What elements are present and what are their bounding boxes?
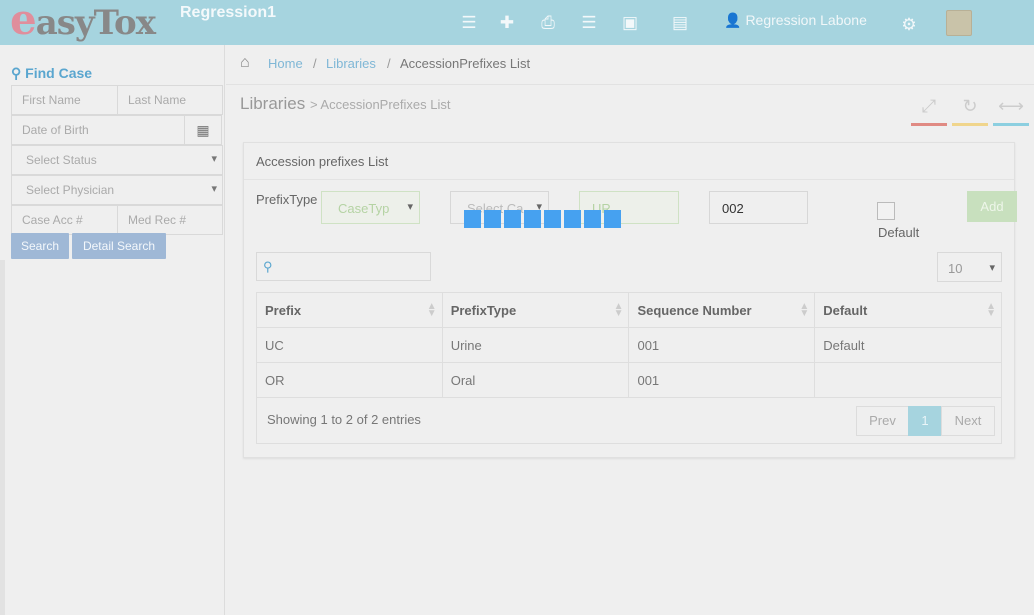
sort-icon: ▲ ▼ bbox=[613, 301, 624, 319]
loading-block bbox=[524, 210, 541, 228]
page-length-select[interactable]: 10 bbox=[937, 252, 1002, 282]
fullscreen-bar bbox=[911, 123, 947, 126]
table-cell: Oral bbox=[441, 362, 630, 398]
table-cell: 001 bbox=[628, 327, 816, 363]
sort-icon: ▲ ▼ bbox=[426, 301, 437, 319]
loading-indicator bbox=[464, 210, 624, 228]
table-cell: UC bbox=[256, 327, 443, 363]
easytox-logo[interactable]: easyTox bbox=[10, 0, 156, 45]
sidebar: ⚲ Find Case First Name Last Name Date of… bbox=[0, 45, 225, 615]
table-cell: OR bbox=[256, 362, 443, 398]
next-page-button[interactable]: Next bbox=[941, 406, 995, 436]
table-cell bbox=[814, 362, 1002, 398]
loading-block bbox=[544, 210, 561, 228]
column-header[interactable]: PrefixType ▲ ▼ bbox=[441, 292, 630, 328]
loading-block bbox=[564, 210, 581, 228]
prev-page-button[interactable]: Prev bbox=[856, 406, 909, 436]
case-type-select[interactable]: CaseTyp bbox=[321, 191, 420, 224]
list-icon[interactable]: ☰ bbox=[579, 13, 599, 33]
table-row[interactable]: UC Urine 001 Default bbox=[256, 327, 1002, 363]
dob-input[interactable]: Date of Birth bbox=[11, 115, 185, 145]
briefcase-icon[interactable]: ▣ bbox=[620, 13, 640, 33]
column-header[interactable]: Default ▲ ▼ bbox=[814, 292, 1002, 328]
loading-block bbox=[484, 210, 501, 228]
med-rec-input[interactable]: Med Rec # bbox=[117, 205, 223, 235]
column-header[interactable]: Prefix ▲ ▼ bbox=[256, 292, 443, 328]
first-name-input[interactable]: First Name bbox=[11, 85, 118, 115]
search-icon: ⚲ bbox=[11, 65, 26, 81]
search-button[interactable]: Search bbox=[11, 233, 69, 259]
sort-icon: ▲ ▼ bbox=[799, 301, 810, 319]
loading-block bbox=[584, 210, 601, 228]
top-navbar: easyTox Regression1 ☰ ✚ ⎙ ☰ ▣ ▤ 👤 Regress… bbox=[0, 0, 1034, 45]
logout-icon[interactable] bbox=[946, 10, 972, 36]
search-icon: ⚲ bbox=[263, 259, 273, 274]
loading-block bbox=[604, 210, 621, 228]
calendar-icon[interactable]: ▦ bbox=[184, 115, 222, 145]
find-case-title: ⚲ Find Case bbox=[11, 65, 93, 81]
sequence-number-input[interactable]: 002 bbox=[709, 191, 808, 224]
sort-icon: ▲ ▼ bbox=[986, 301, 996, 319]
print-icon[interactable]: ⎙ bbox=[538, 13, 558, 33]
table-cell: Urine bbox=[441, 327, 630, 363]
refresh-bar bbox=[952, 123, 988, 126]
loading-block bbox=[464, 210, 481, 228]
prefix-type-label: PrefixType bbox=[256, 192, 318, 207]
user-icon: 👤 bbox=[724, 12, 742, 28]
plus-icon[interactable]: ✚ bbox=[497, 13, 517, 33]
default-checkbox[interactable] bbox=[877, 202, 895, 220]
app-title: Regression1 bbox=[180, 4, 277, 21]
table-search-input[interactable]: ⚲ bbox=[256, 252, 431, 281]
default-label: Default bbox=[878, 225, 920, 240]
breadcrumb-separator: / bbox=[387, 56, 391, 71]
detail-search-button[interactable]: Detail Search bbox=[72, 233, 166, 259]
list-icon[interactable]: ☰ bbox=[459, 13, 479, 33]
prefixes-table: Prefix ▲ ▼ PrefixType ▲ ▼ Sequence Number ▲ ▼ … bbox=[256, 292, 1002, 398]
add-button[interactable]: Add bbox=[967, 191, 1017, 222]
column-header[interactable]: Sequence Number ▲ ▼ bbox=[628, 292, 816, 328]
collapse-bar bbox=[993, 123, 1029, 126]
table-row[interactable]: OR Oral 001 bbox=[256, 362, 1002, 398]
home-icon[interactable]: ⌂ bbox=[240, 54, 250, 72]
breadcrumb: ⌂ Home / Libraries / AccessionPrefixes L… bbox=[226, 45, 1034, 85]
breadcrumb-libraries[interactable]: Libraries bbox=[326, 56, 376, 71]
loading-block bbox=[504, 210, 521, 228]
refresh-icon[interactable]: ↻ bbox=[952, 96, 988, 126]
table-header-row: Prefix ▲ ▼ PrefixType ▲ ▼ Sequence Number ▲ ▼ … bbox=[256, 292, 1002, 328]
breadcrumb-home[interactable]: Home bbox=[268, 56, 303, 71]
sidebar-strip bbox=[0, 260, 5, 615]
table-cell: Default bbox=[814, 327, 1002, 363]
physician-select[interactable]: Select Physician bbox=[11, 175, 223, 205]
settings-icon[interactable]: ⚙ bbox=[899, 15, 919, 35]
case-acc-input[interactable]: Case Acc # bbox=[11, 205, 118, 235]
page-title: Libraries > AccessionPrefixes List bbox=[240, 94, 451, 113]
page-subtitle: > AccessionPrefixes List bbox=[309, 97, 451, 112]
table-cell: 001 bbox=[628, 362, 816, 398]
status-select[interactable]: Select Status bbox=[11, 145, 223, 175]
last-name-input[interactable]: Last Name bbox=[117, 85, 223, 115]
breadcrumb-current: AccessionPrefixes List bbox=[400, 56, 531, 71]
collapse-icon[interactable]: ⟷ bbox=[993, 96, 1029, 126]
breadcrumb-separator: / bbox=[313, 56, 317, 71]
page-1-button[interactable]: 1 bbox=[908, 406, 942, 436]
user-menu[interactable]: 👤 Regression Labone bbox=[724, 12, 867, 29]
fullscreen-icon[interactable]: ⤢ bbox=[911, 96, 947, 126]
panel-title: Accession prefixes List bbox=[244, 143, 1014, 180]
card-icon[interactable]: ▤ bbox=[670, 13, 690, 33]
